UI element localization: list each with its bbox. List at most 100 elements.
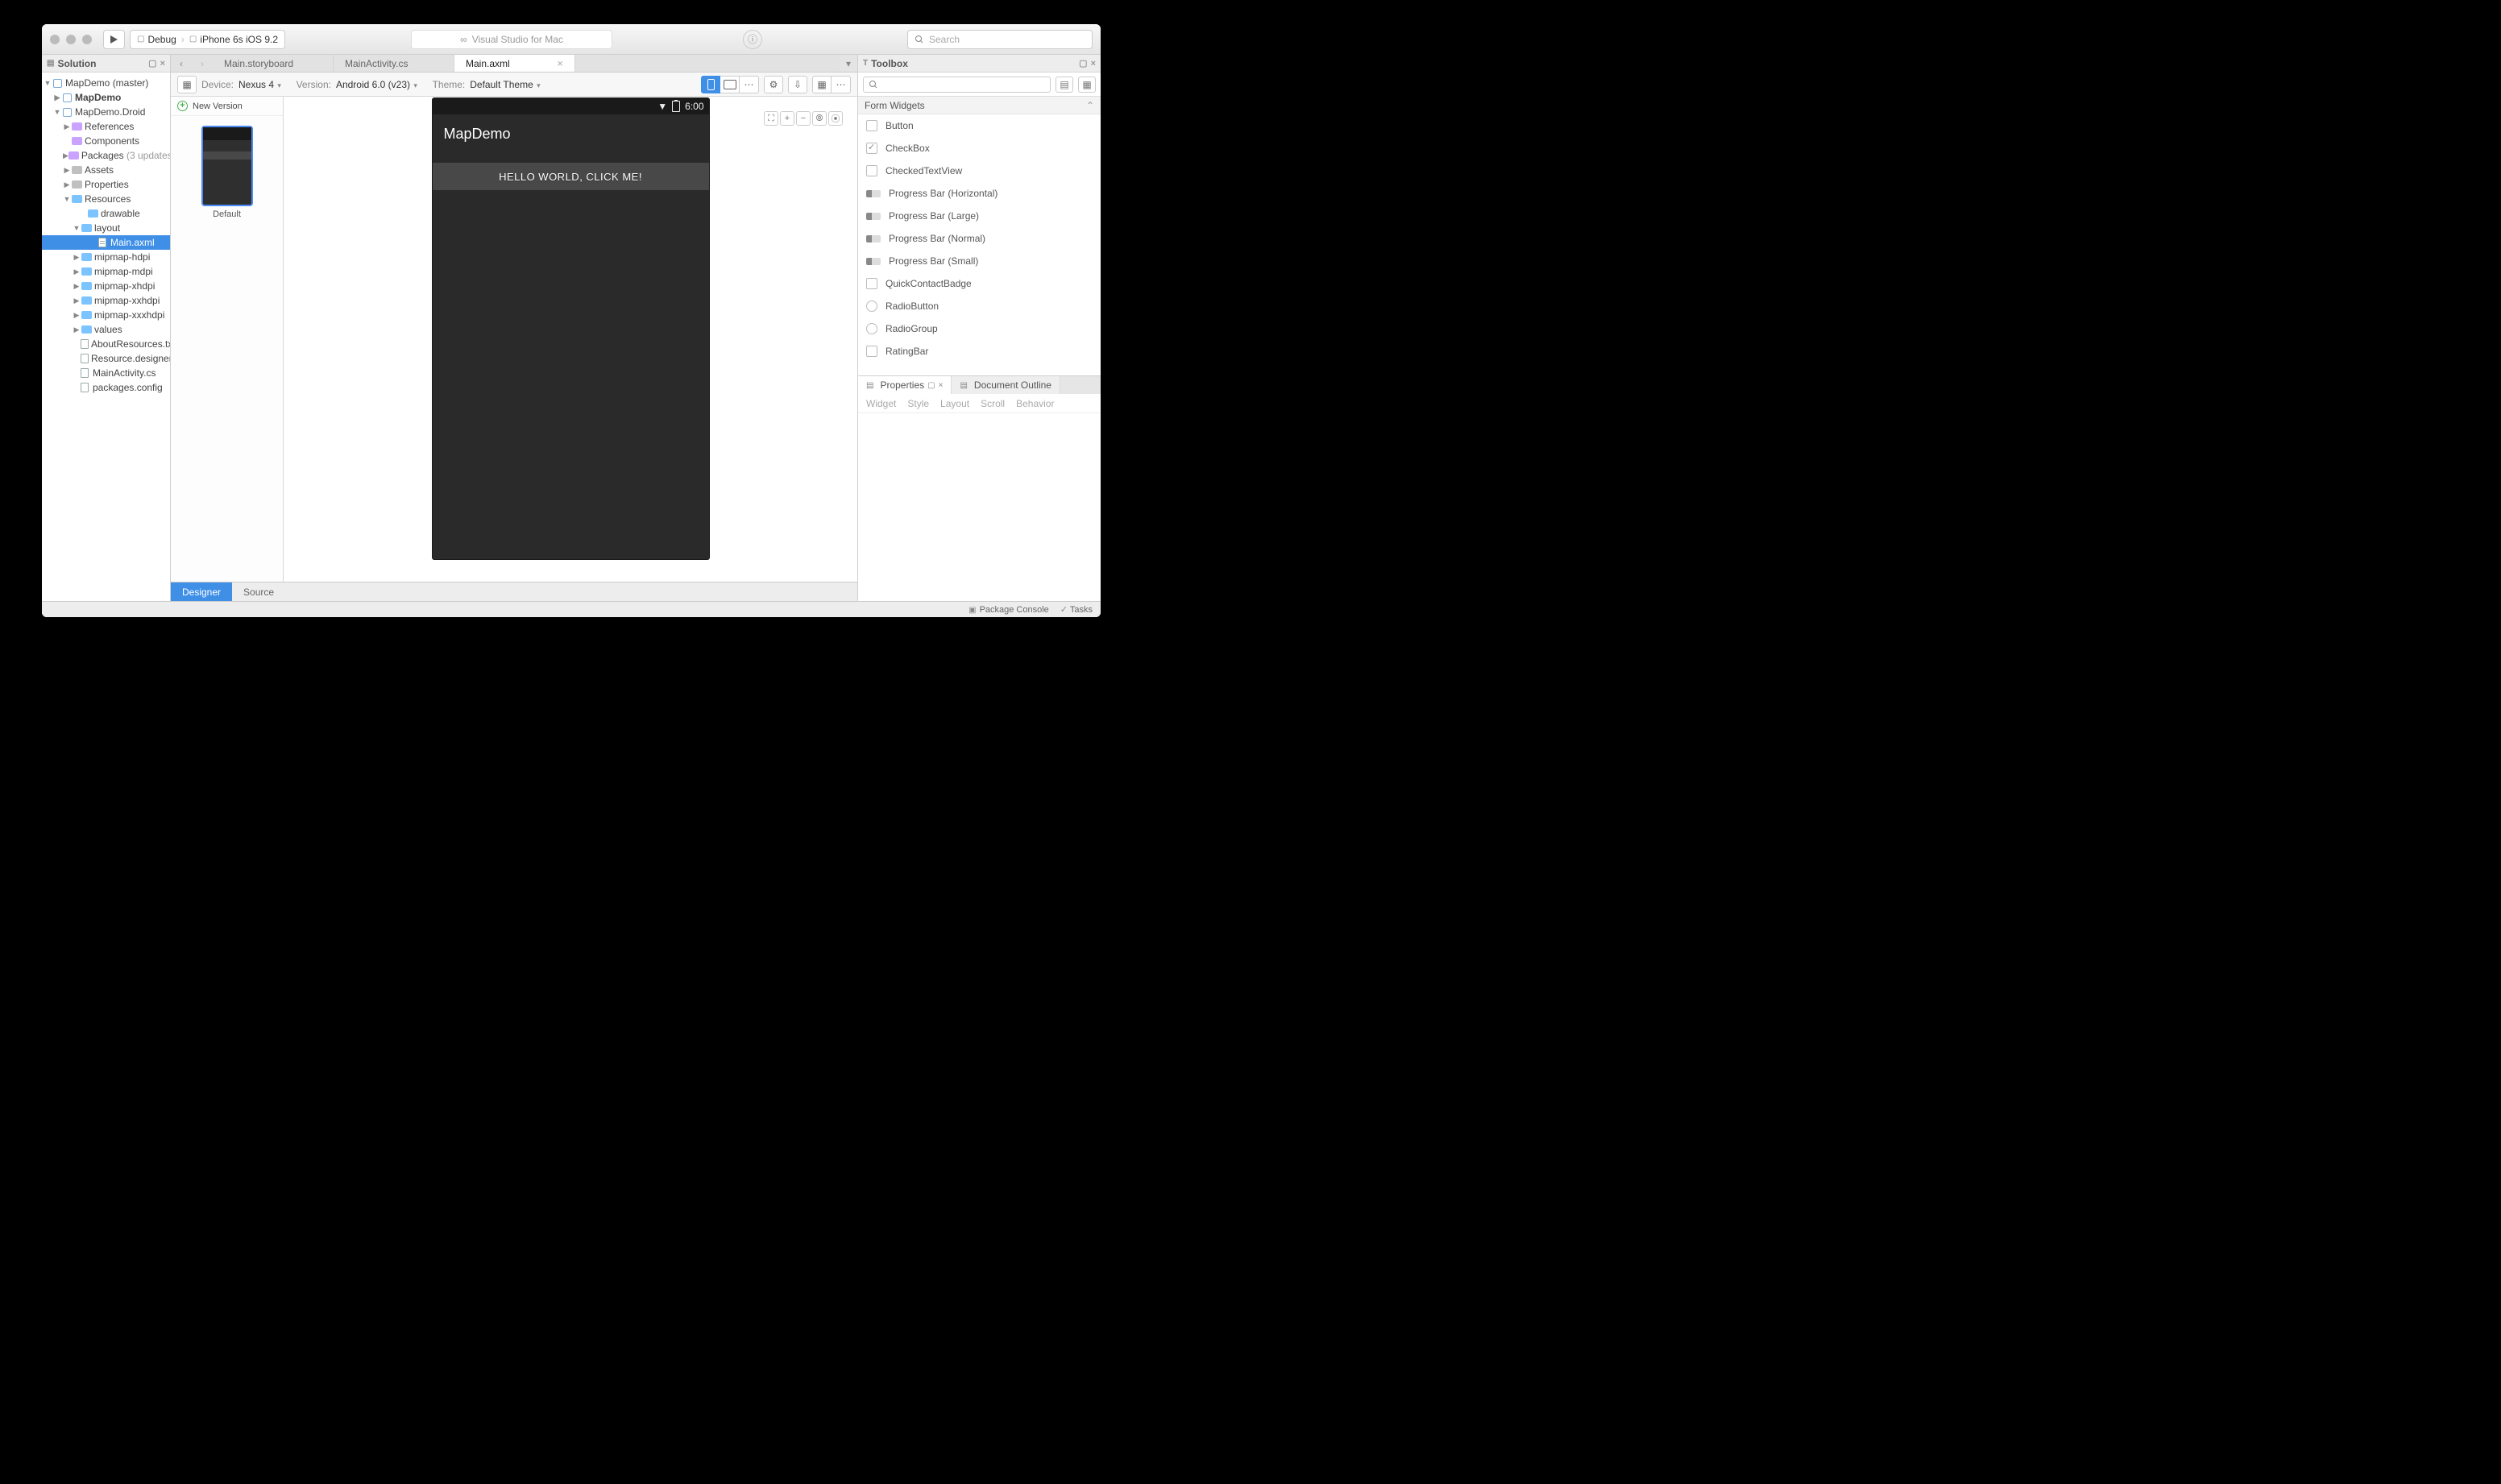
tree-references[interactable]: ▶References bbox=[42, 119, 170, 134]
view-tab-designer[interactable]: Designer bbox=[171, 582, 232, 601]
tree-properties[interactable]: ▶Properties bbox=[42, 177, 170, 192]
toolbox-item-quickcontactbadge[interactable]: QuickContactBadge bbox=[858, 272, 1101, 295]
widget-icon bbox=[866, 165, 877, 176]
toolbox-item-checkbox[interactable]: CheckBox bbox=[858, 137, 1101, 160]
orientation-more-button[interactable]: ⋯ bbox=[740, 76, 759, 93]
android-hello-button[interactable]: HELLO WORLD, CLICK ME! bbox=[433, 163, 709, 190]
notifications-button[interactable]: ⓘ bbox=[743, 30, 762, 49]
tab-overflow-button[interactable]: ▾ bbox=[840, 55, 857, 72]
subtab-layout[interactable]: Layout bbox=[940, 398, 969, 409]
tree-resources[interactable]: ▼Resources bbox=[42, 192, 170, 206]
export-button[interactable]: ⇩ bbox=[788, 76, 807, 93]
grid-more-button[interactable]: ⋯ bbox=[832, 76, 851, 93]
toolbox-item-radiogroup[interactable]: RadioGroup bbox=[858, 317, 1101, 340]
pad-autohide-button[interactable]: ▢ bbox=[927, 381, 935, 390]
tree-packages-config[interactable]: packages.config bbox=[42, 380, 170, 395]
actual-size-icon: ⦾ bbox=[816, 114, 823, 124]
toolbox-item-radiobutton[interactable]: RadioButton bbox=[858, 295, 1101, 317]
version-selector[interactable]: Android 6.0 (v23) ▾ bbox=[336, 79, 417, 90]
tree-mipmap-mdpi[interactable]: ▶mipmap-mdpi bbox=[42, 264, 170, 279]
pad-autohide-button[interactable]: ▢ bbox=[148, 58, 156, 68]
toolbox-category-header[interactable]: Form Widgets⌃ bbox=[858, 97, 1101, 114]
orientation-segmented[interactable]: ⋯ bbox=[701, 76, 759, 93]
tree-main-axml[interactable]: Main.axml bbox=[42, 235, 170, 250]
tree-resource-designer[interactable]: Resource.designer.cs bbox=[42, 351, 170, 366]
zoom-100-button[interactable]: ⦾ bbox=[812, 111, 827, 126]
portrait-button[interactable] bbox=[701, 76, 720, 93]
theme-selector[interactable]: Default Theme ▾ bbox=[470, 79, 540, 90]
build-config-label: Debug bbox=[147, 34, 176, 45]
zoom-reset-button[interactable]: ⦿ bbox=[828, 111, 843, 126]
nav-back-button[interactable]: ‹ bbox=[180, 58, 183, 69]
toolbox-item-ratingbar[interactable]: RatingBar bbox=[858, 340, 1101, 363]
layout-thumbnail-default[interactable] bbox=[201, 126, 253, 206]
tree-project-droid[interactable]: ▼MapDemo.Droid bbox=[42, 105, 170, 119]
tree-values[interactable]: ▶values bbox=[42, 322, 170, 337]
subtab-style[interactable]: Style bbox=[907, 398, 929, 409]
toolbox-item-progress-bar-small-[interactable]: Progress Bar (Small) bbox=[858, 250, 1101, 272]
landscape-button[interactable] bbox=[720, 76, 740, 93]
tree-mipmap-hdpi[interactable]: ▶mipmap-hdpi bbox=[42, 250, 170, 264]
tree-mipmap-xhdpi[interactable]: ▶mipmap-xhdpi bbox=[42, 279, 170, 293]
toolbox-autohide-button[interactable]: ▢ bbox=[1079, 58, 1087, 68]
toolbox-item-checkedtextview[interactable]: CheckedTextView bbox=[858, 160, 1101, 182]
tab-close-button[interactable]: × bbox=[549, 57, 563, 69]
toolbox-search-input[interactable] bbox=[863, 77, 1051, 93]
close-window-icon[interactable] bbox=[50, 35, 60, 44]
run-button[interactable] bbox=[103, 30, 125, 49]
tree-aboutresources[interactable]: AboutResources.txt bbox=[42, 337, 170, 351]
tab-main-axml[interactable]: Main.axml× bbox=[454, 55, 575, 72]
fit-screen-button[interactable]: ⛶ bbox=[764, 111, 778, 126]
package-console-button[interactable]: ▣Package Console bbox=[968, 605, 1049, 615]
solution-tree[interactable]: ▼MapDemo (master) ▶MapDemo ▼MapDemo.Droi… bbox=[42, 73, 170, 601]
tree-mainactivity[interactable]: MainActivity.cs bbox=[42, 366, 170, 380]
pad-tab-document-outline[interactable]: ▤ Document Outline bbox=[952, 376, 1060, 394]
toolbox-item-label: Progress Bar (Small) bbox=[889, 255, 978, 267]
design-canvas[interactable]: ⛶ + − ⦾ ⦿ ▼ 6:00 MapDemo HELLO WORLD, bbox=[284, 97, 857, 582]
subtab-scroll[interactable]: Scroll bbox=[981, 398, 1005, 409]
toolbox-item-button[interactable]: Button bbox=[858, 114, 1101, 137]
grid-button[interactable]: ▦ bbox=[812, 76, 832, 93]
outline-icon: ▤ bbox=[960, 381, 967, 390]
subtab-behavior[interactable]: Behavior bbox=[1016, 398, 1054, 409]
tree-assets[interactable]: ▶Assets bbox=[42, 163, 170, 177]
zoom-in-button[interactable]: + bbox=[780, 111, 794, 126]
pad-close-button[interactable]: × bbox=[160, 59, 165, 68]
tree-mipmap-xxhdpi[interactable]: ▶mipmap-xxhdpi bbox=[42, 293, 170, 308]
minimize-window-icon[interactable] bbox=[66, 35, 76, 44]
toolbox-grid-button[interactable]: ▦ bbox=[1078, 77, 1096, 93]
pad-close-button[interactable]: × bbox=[939, 381, 944, 390]
toolbox-close-button[interactable]: × bbox=[1091, 59, 1096, 68]
settings-button[interactable]: ⚙ bbox=[764, 76, 783, 93]
check-icon: ✓ bbox=[1060, 605, 1068, 615]
tree-drawable[interactable]: drawable bbox=[42, 206, 170, 221]
toolbox-item-label: QuickContactBadge bbox=[886, 278, 972, 289]
build-config-selector[interactable]: ▢ Debug › ▢ iPhone 6s iOS 9.2 bbox=[130, 30, 285, 49]
toolbox-item-progress-bar-horizontal-[interactable]: Progress Bar (Horizontal) bbox=[858, 182, 1101, 205]
window-controls[interactable] bbox=[50, 35, 92, 44]
toolbox-item-progress-bar-large-[interactable]: Progress Bar (Large) bbox=[858, 205, 1101, 227]
zoom-window-icon[interactable] bbox=[82, 35, 92, 44]
grid-segmented[interactable]: ▦ ⋯ bbox=[812, 76, 851, 93]
nav-forward-button[interactable]: › bbox=[201, 58, 204, 69]
tree-layout[interactable]: ▼layout bbox=[42, 221, 170, 235]
toggle-layout-button[interactable]: ▦ bbox=[177, 76, 197, 93]
global-search-input[interactable]: Search bbox=[907, 30, 1093, 49]
tab-mainactivity[interactable]: MainActivity.cs bbox=[334, 55, 454, 72]
new-version-button[interactable]: + New Version bbox=[171, 97, 283, 116]
designer-body: + New Version Default ⛶ + − ⦾ ⦿ bbox=[171, 97, 857, 582]
toolbox-view-button[interactable]: ▤ bbox=[1056, 77, 1073, 93]
zoom-out-button[interactable]: − bbox=[796, 111, 811, 126]
view-tab-source[interactable]: Source bbox=[232, 582, 285, 601]
toolbox-item-progress-bar-normal-[interactable]: Progress Bar (Normal) bbox=[858, 227, 1101, 250]
device-selector[interactable]: Nexus 4 ▾ bbox=[238, 79, 281, 90]
pad-tab-properties[interactable]: ▤ Properties ▢ × bbox=[858, 376, 952, 394]
tree-mipmap-xxxhdpi[interactable]: ▶mipmap-xxxhdpi bbox=[42, 308, 170, 322]
tree-packages[interactable]: ▶Packages (3 updates) bbox=[42, 148, 170, 163]
tab-main-storyboard[interactable]: Main.storyboard bbox=[213, 55, 334, 72]
tree-components[interactable]: Components bbox=[42, 134, 170, 148]
tree-solution-root[interactable]: ▼MapDemo (master) bbox=[42, 76, 170, 90]
tasks-button[interactable]: ✓ Tasks bbox=[1060, 604, 1093, 615]
subtab-widget[interactable]: Widget bbox=[866, 398, 896, 409]
tree-project-app[interactable]: ▶MapDemo bbox=[42, 90, 170, 105]
